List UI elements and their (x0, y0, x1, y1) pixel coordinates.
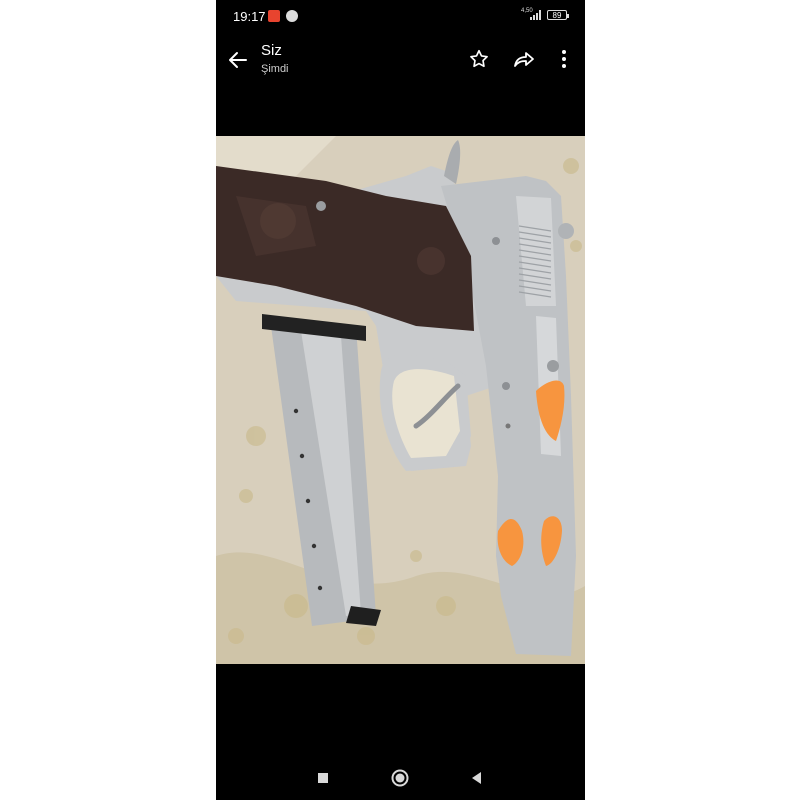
mail-notification-icon (268, 10, 280, 22)
status-time: 19:17 (233, 9, 266, 24)
status-bar: 19:17 4,50 89 (216, 0, 585, 32)
more-vertical-icon[interactable] (556, 48, 572, 70)
phone-screen: 19:17 4,50 89 Siz Şimdi (216, 0, 585, 800)
back-triangle-icon[interactable] (464, 765, 490, 791)
signal-icon (530, 10, 541, 20)
battery-icon: 89 (547, 10, 569, 20)
home-circle-icon[interactable] (387, 765, 413, 791)
back-arrow-icon[interactable] (226, 48, 250, 72)
app-bar: Siz Şimdi (216, 36, 585, 86)
recents-square-icon[interactable] (310, 765, 336, 791)
message-photo[interactable] (216, 136, 585, 664)
timestamp-subtitle: Şimdi (261, 63, 289, 75)
sender-title: Siz (261, 42, 282, 59)
photo-image (216, 136, 585, 664)
forward-icon[interactable] (512, 48, 536, 70)
blocked-icon (286, 10, 298, 22)
star-icon[interactable] (468, 48, 490, 70)
system-nav-bar (216, 755, 585, 800)
